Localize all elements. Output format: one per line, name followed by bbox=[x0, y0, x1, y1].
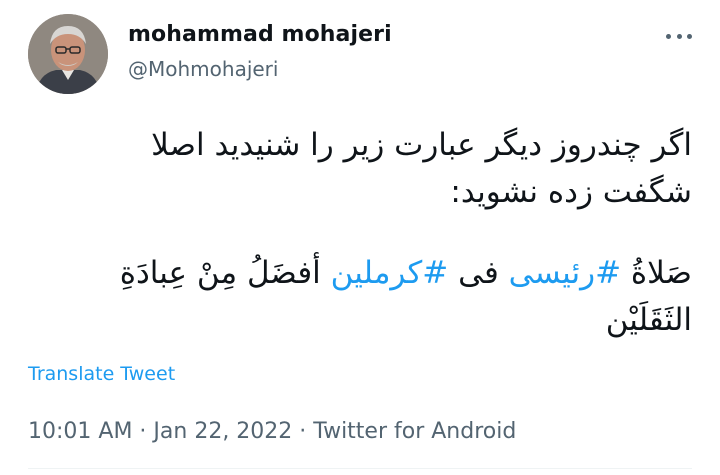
divider bbox=[28, 468, 692, 469]
tweet-quote: صَلاةُ #رئیسی فی #کرملین أفضَلُ مِنْ عِب… bbox=[28, 250, 692, 344]
more-horizontal-icon[interactable] bbox=[666, 26, 692, 46]
quote-text: فی bbox=[448, 255, 509, 291]
tweet-meta: 10:01 AM · Jan 22, 2022 · Twitter for An… bbox=[28, 419, 516, 444]
tweet-line: شگفت زده نشوید: bbox=[450, 174, 692, 210]
hashtag-link[interactable]: #رئیسی bbox=[509, 255, 621, 291]
avatar[interactable] bbox=[28, 14, 108, 94]
meta-separator: · bbox=[132, 419, 154, 444]
more-dot bbox=[666, 33, 671, 39]
more-dot bbox=[687, 33, 692, 39]
meta-separator: · bbox=[292, 419, 314, 444]
quote-text: صَلاةُ bbox=[621, 255, 692, 291]
tweet-source[interactable]: Twitter for Android bbox=[313, 419, 516, 444]
tweet-line: اگر چندروز دیگر عبارت زیر را شنیدید اصلا bbox=[151, 127, 692, 163]
tweet-time[interactable]: 10:01 AM bbox=[28, 419, 132, 444]
tweet-text: اگر چندروز دیگر عبارت زیر را شنیدید اصلا… bbox=[28, 122, 692, 344]
tweet-date[interactable]: Jan 22, 2022 bbox=[153, 419, 292, 444]
more-dot bbox=[676, 33, 682, 39]
author-name[interactable]: mohammad mohajeri bbox=[128, 22, 392, 47]
translate-tweet-link[interactable]: Translate Tweet bbox=[28, 363, 175, 385]
hashtag-link[interactable]: #کرملین bbox=[331, 255, 449, 291]
author-handle[interactable]: @Mohmohajeri bbox=[128, 57, 278, 81]
